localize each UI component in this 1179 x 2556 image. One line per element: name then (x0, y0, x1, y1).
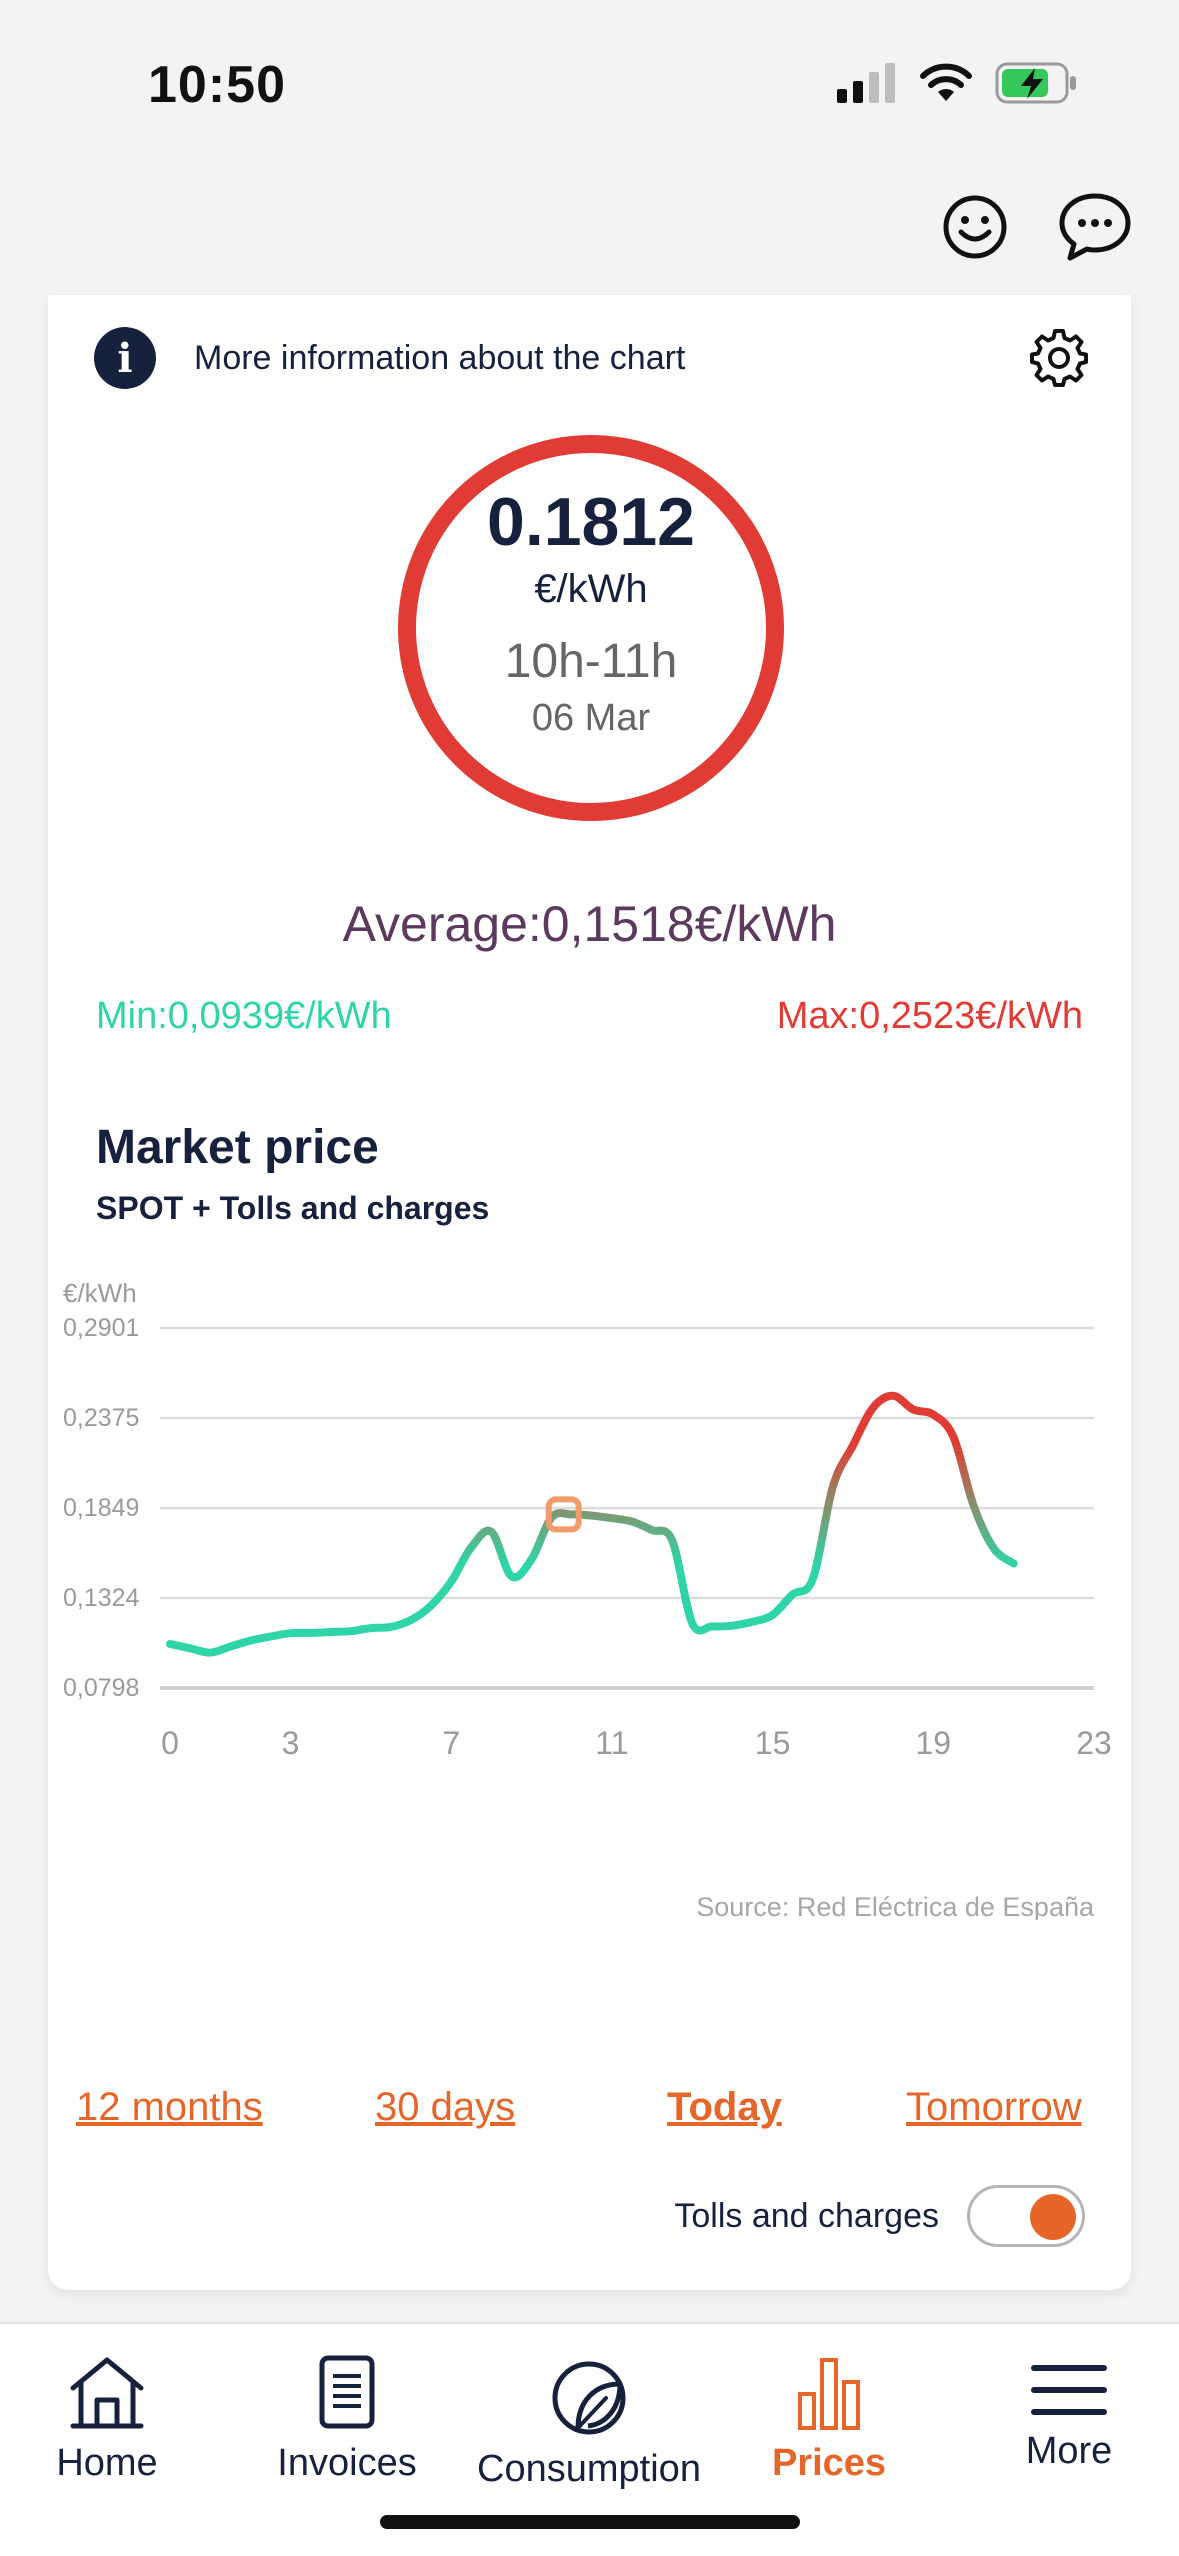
nav-more-label: More (1025, 2430, 1113, 2472)
nav-invoices-label: Invoices (277, 2442, 417, 2484)
y-axis-unit-label: €/kWh (63, 1278, 137, 1308)
chart-info-link[interactable]: More information about the chart (194, 339, 685, 378)
range-12-months[interactable]: 12 months (76, 2085, 263, 2130)
nav-more[interactable]: More (959, 2360, 1179, 2473)
chart-source: Source: Red Eléctrica de España (696, 1892, 1095, 1920)
status-bar: 10:50 (0, 0, 1179, 160)
nav-consumption-label: Consumption (477, 2448, 701, 2490)
current-price-value: 0.1812 (487, 484, 695, 560)
x-tick-label: 15 (755, 1725, 791, 1761)
status-time: 10:50 (148, 56, 286, 114)
range-today[interactable]: Today (667, 2085, 782, 2130)
nav-prices-label: Prices (771, 2442, 887, 2484)
market-price-subtitle: SPOT + Tolls and charges (96, 1190, 490, 1226)
x-tick-label: 23 (1076, 1725, 1112, 1761)
y-tick-label: 0,0798 (63, 1674, 139, 1702)
info-icon: i (94, 327, 156, 389)
y-tick-label: 0,2901 (63, 1314, 139, 1342)
home-indicator (380, 2515, 800, 2529)
prices-card: i More information about the chart 0.181… (48, 295, 1131, 2290)
range-30-days[interactable]: 30 days (375, 2085, 515, 2130)
min-price: Min:0,0939€/kWh (96, 995, 392, 1037)
leaf-gauge-icon (552, 2361, 626, 2435)
nav-invoices[interactable]: Invoices (237, 2354, 457, 2485)
nav-home[interactable]: Home (0, 2354, 217, 2485)
current-price-date: 06 Mar (531, 697, 651, 739)
x-tick-label: 0 (161, 1725, 179, 1761)
chat-bubble-icon (1059, 193, 1131, 261)
price-series-line (166, 1391, 1018, 1657)
top-header (0, 160, 1179, 295)
home-icon (70, 2357, 144, 2429)
y-tick-label: 0,1324 (63, 1584, 140, 1612)
price-chart[interactable]: €/kWh 0,2901 0,2375 0,1849 0,1324 0,0798 0 3 7… (48, 1270, 1131, 1920)
screen: 10:50 i More information about the chart… (0, 0, 1179, 2556)
tolls-toggle-label: Tolls and charges (674, 2196, 939, 2235)
status-icons (837, 62, 1079, 104)
tolls-toggle-row: Tolls and charges (674, 2185, 1085, 2247)
wifi-icon (920, 63, 972, 101)
x-tick-label: 3 (282, 1725, 300, 1761)
x-tick-label: 19 (916, 1725, 952, 1761)
tolls-toggle-knob (1030, 2194, 1076, 2240)
gear-icon (1030, 329, 1088, 387)
nav-prices[interactable]: Prices (719, 2354, 939, 2485)
x-tick-label: 11 (595, 1725, 628, 1761)
battery-charging-icon (995, 62, 1076, 104)
range-tomorrow[interactable]: Tomorrow (906, 2085, 1082, 2130)
max-price: Max:0,2523€/kWh (776, 995, 1083, 1037)
market-price-title: Market price (96, 1121, 379, 1174)
range-selector: 12 months 30 days Today Tomorrow (48, 2085, 1131, 2145)
y-tick-label: 0,2375 (63, 1404, 139, 1432)
current-price-hours: 10h-11h (504, 635, 678, 688)
smiley-icon (943, 195, 1007, 259)
invoice-icon (319, 2355, 375, 2429)
cellular-signal-icon (837, 63, 895, 103)
settings-button[interactable] (1024, 323, 1094, 393)
chat-button[interactable] (1050, 182, 1140, 272)
y-tick-label: 0,1849 (63, 1494, 139, 1522)
x-tick-label: 7 (442, 1725, 460, 1761)
tolls-toggle[interactable] (967, 2185, 1085, 2247)
menu-icon (1031, 2365, 1107, 2415)
current-price-ring: 0.1812 €/kWh 10h-11h 06 Mar (398, 435, 784, 821)
current-price-unit: €/kWh (534, 567, 648, 611)
average-price: Average:0,1518€/kWh (342, 896, 837, 952)
feedback-button[interactable] (930, 182, 1020, 272)
bar-chart-icon (798, 2358, 860, 2430)
nav-consumption[interactable]: Consumption (477, 2354, 701, 2491)
chart-info-row[interactable]: i More information about the chart (94, 313, 1094, 403)
nav-home-label: Home (56, 2442, 158, 2484)
